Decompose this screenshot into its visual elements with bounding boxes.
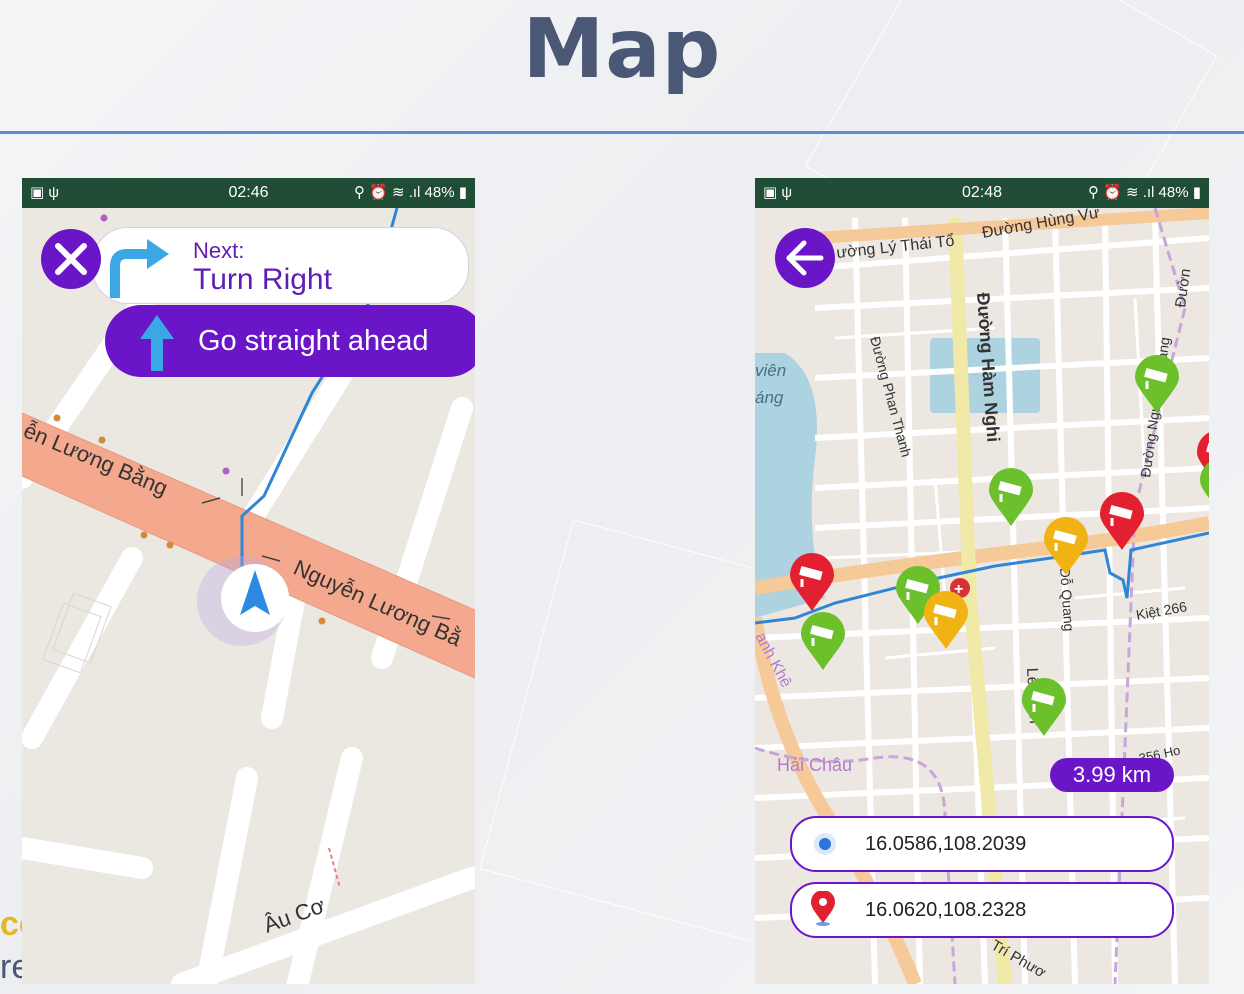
- title-divider: [0, 131, 1244, 134]
- arrow-up-icon: [140, 315, 174, 371]
- camera-pin-green[interactable]: [1133, 353, 1181, 415]
- current-instruction: Go straight ahead: [198, 325, 429, 357]
- status-bar: ▣ ψ 02:46 ⚲ ⏰ ≋ .ıl 48% ▮: [22, 178, 475, 208]
- navigation-screen: ễn Lương Bằng Nguyễn Lương Bằ Âu Cơ ▣ ψ …: [22, 178, 475, 984]
- camera-pin-green[interactable]: [987, 466, 1035, 528]
- area-label: Hải Châu: [777, 755, 852, 775]
- next-instruction: Turn Right: [193, 263, 332, 296]
- distance-badge: 3.99 km: [1050, 758, 1174, 792]
- slide-title: Map: [522, 2, 722, 97]
- next-turn-card: Next: Turn Right: [92, 227, 469, 304]
- camera-pin-yellow[interactable]: [922, 589, 970, 651]
- destination-value: 16.0620,108.2328: [865, 899, 1027, 921]
- camera-pin-yellow[interactable]: [1042, 515, 1090, 577]
- turn-right-icon: [110, 239, 169, 298]
- battery-level: 48%: [424, 184, 455, 201]
- route-map-screen: ường Lý Thái Tổ Đường Hùng Vư Đường Phan…: [755, 178, 1209, 984]
- location-dot-icon: [814, 833, 836, 855]
- close-icon: [55, 243, 87, 275]
- area-label: viên: [755, 361, 786, 380]
- origin-field[interactable]: 16.0586,108.2039: [790, 816, 1174, 872]
- close-button[interactable]: [41, 229, 101, 289]
- map-pin-icon: [811, 891, 835, 926]
- status-indicators: ⚲ ⏰ ≋ .ıl 48% ▮: [1087, 184, 1201, 201]
- area-label: áng: [755, 388, 784, 407]
- battery-level: 48%: [1158, 184, 1189, 201]
- destination-field[interactable]: 16.0620,108.2328: [790, 882, 1174, 938]
- camera-pin-red[interactable]: [788, 551, 836, 613]
- arrow-left-icon: [786, 240, 824, 276]
- status-indicators: ⚲ ⏰ ≋ .ıl 48% ▮: [353, 184, 467, 201]
- camera-pin-green[interactable]: [799, 610, 847, 672]
- camera-pin-green[interactable]: [1020, 676, 1068, 738]
- back-button[interactable]: [775, 228, 835, 288]
- next-label: Next:: [193, 238, 245, 263]
- status-bar: ▣ ψ 02:48 ⚲ ⏰ ≋ .ıl 48% ▮: [755, 178, 1209, 208]
- camera-pin-green[interactable]: [1198, 456, 1209, 518]
- origin-value: 16.0586,108.2039: [865, 833, 1027, 855]
- camera-pin-red[interactable]: [1098, 490, 1146, 552]
- current-instruction-banner: Go straight ahead: [105, 305, 475, 377]
